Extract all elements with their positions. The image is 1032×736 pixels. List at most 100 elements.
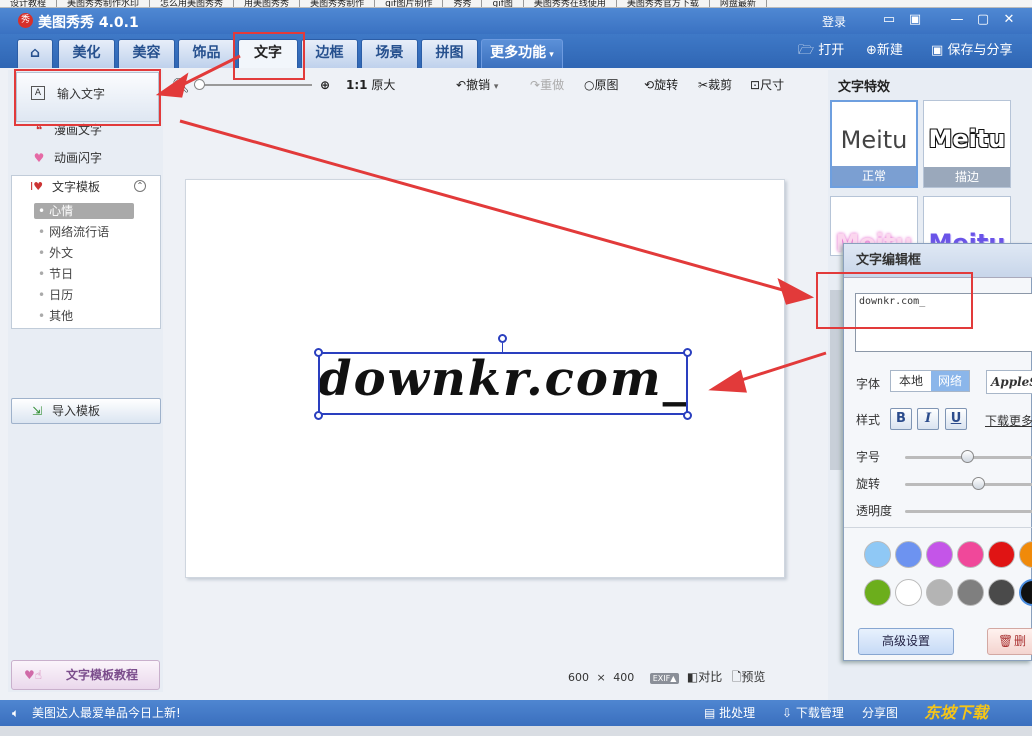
font-selector[interactable]: AppleS — [986, 370, 1032, 394]
color-swatch[interactable] — [988, 541, 1015, 568]
resize-handle-tl[interactable] — [314, 348, 323, 357]
template-item-calendar[interactable]: • 日历 — [38, 286, 73, 304]
browser-tab[interactable]: 网盘最新 — [710, 0, 767, 7]
home-tab[interactable]: ⌂ — [17, 39, 53, 68]
skin-icon[interactable]: ▣ — [906, 12, 924, 28]
color-swatch[interactable] — [926, 541, 953, 568]
template-item-mood[interactable]: • 心情 — [38, 202, 73, 220]
italic-button[interactable]: I — [917, 408, 939, 430]
animated-text-item[interactable]: ♥ 动画闪字 — [10, 146, 160, 170]
template-header[interactable]: I♥ 文字模板 ⌃ — [12, 176, 160, 198]
news-ticker[interactable]: 美图达人最爱单品今日上新! — [32, 700, 181, 726]
chevron-down-icon[interactable]: ▾ — [494, 82, 499, 92]
undo-button[interactable]: ↶撤销 ▾ — [456, 76, 498, 94]
redo-button[interactable]: ↷重做 — [530, 76, 564, 94]
text-selection-box[interactable] — [318, 352, 688, 415]
rotate-handle[interactable] — [498, 334, 507, 343]
original-image-button[interactable]: ○原图 — [584, 76, 619, 94]
delete-button[interactable]: 🗑 删 — [987, 628, 1032, 655]
maximize-icon[interactable]: ▢ — [974, 12, 992, 28]
browser-tab[interactable]: 美图秀秀官方下载 — [617, 0, 710, 7]
color-swatch[interactable] — [1019, 541, 1032, 568]
login-link[interactable]: 登录 — [822, 13, 846, 30]
font-local-tab[interactable]: 本地 — [891, 371, 931, 391]
effect-stroke[interactable]: Meitu 描边 — [923, 100, 1011, 188]
browser-tab[interactable]: 美图秀秀制作水印 — [57, 0, 151, 7]
font-web-tab[interactable]: 网络 — [931, 371, 969, 391]
batch-process-button[interactable]: ▤ 批处理 — [704, 700, 755, 726]
template-item-foreign[interactable]: • 外文 — [38, 244, 73, 262]
resize-handle-bl[interactable] — [314, 411, 323, 420]
divider — [844, 527, 1032, 528]
template-tutorial-button[interactable]: ♥☝ 文字模板教程 — [11, 660, 160, 690]
save-share-button[interactable]: ▣ 保存与分享 — [931, 41, 1012, 61]
underline-button[interactable]: U — [945, 408, 967, 430]
zoom-out-icon[interactable]: 🔍︎ — [172, 78, 190, 94]
style-label: 样式 — [856, 413, 881, 427]
actual-size-button[interactable]: 1:1 原大 — [346, 76, 395, 94]
browser-tab[interactable]: 秀秀 — [443, 0, 483, 7]
template-item-holiday[interactable]: • 节日 — [38, 265, 73, 283]
collapse-icon[interactable]: ⌃ — [134, 180, 146, 192]
browser-tab[interactable]: 美图秀秀在线使用 — [524, 0, 617, 7]
color-swatch[interactable] — [864, 579, 891, 606]
redo-icon: ↷ — [530, 78, 541, 92]
close-icon[interactable]: ✕ — [1000, 12, 1018, 28]
color-swatch[interactable] — [926, 579, 953, 606]
color-swatch[interactable] — [957, 579, 984, 606]
browser-tab[interactable]: gif图 — [482, 0, 524, 7]
plus-icon: ⊕ — [866, 43, 877, 58]
resize-button[interactable]: ⊡尺寸 — [750, 76, 784, 94]
browser-tab[interactable]: 用美图秀秀 — [234, 0, 301, 7]
font-size-slider[interactable] — [905, 450, 1032, 463]
browser-tab[interactable]: 怎么用美图秀秀 — [150, 0, 235, 7]
browser-tab[interactable]: 美图秀秀制作 — [300, 0, 376, 7]
import-template-button[interactable]: ⇲ 导入模板 — [11, 398, 161, 424]
font-size-knob[interactable] — [960, 450, 974, 463]
text-effects-title: 文字特效 — [838, 80, 891, 95]
color-swatch[interactable] — [895, 579, 922, 606]
tab-accessories[interactable]: 饰品 — [178, 39, 235, 68]
new-button[interactable]: ⊕新建 — [866, 41, 903, 61]
opacity-slider[interactable] — [905, 510, 1032, 513]
zoom-slider[interactable] — [194, 84, 312, 86]
tab-border[interactable]: 边框 — [301, 39, 358, 68]
zoom-in-icon[interactable]: ⊕ — [320, 76, 330, 94]
color-swatch[interactable] — [988, 579, 1015, 606]
template-item-other[interactable]: • 其他 — [38, 307, 73, 325]
tab-collage[interactable]: 拼图 — [421, 39, 478, 68]
tab-more-features[interactable]: 更多功能 ▾ — [481, 39, 563, 68]
opacity-label: 透明度 — [856, 504, 893, 518]
color-swatch[interactable] — [1019, 579, 1032, 606]
tab-scene[interactable]: 场景 — [361, 39, 418, 68]
crop-button[interactable]: ✂裁剪 — [698, 76, 732, 94]
canvas-footer: 600 × 400 EXIF▲ ◧对比 🗋预览 — [568, 670, 766, 684]
resize-handle-tr[interactable] — [683, 348, 692, 357]
chat-icon[interactable]: ▭ — [880, 12, 898, 28]
tab-beauty[interactable]: 美容 — [118, 39, 175, 68]
advanced-settings-button[interactable]: 高级设置 — [858, 628, 954, 655]
rotate-knob[interactable] — [971, 477, 985, 490]
zoom-slider-knob[interactable] — [194, 79, 205, 90]
exif-button[interactable]: EXIF▲ — [649, 673, 680, 684]
rotate-button[interactable]: ⟲旋转 — [644, 76, 678, 94]
color-swatch[interactable] — [864, 541, 891, 568]
download-manager-button[interactable]: ⇩ 下载管理 — [782, 700, 844, 726]
tab-beautify[interactable]: 美化 — [58, 39, 115, 68]
compare-button[interactable]: ◧对比 — [687, 670, 722, 684]
share-button[interactable]: 分享图 — [862, 700, 898, 726]
bold-button[interactable]: B — [890, 408, 912, 430]
effect-normal[interactable]: Meitu 正常 — [830, 100, 918, 188]
preview-button[interactable]: 🗋预览 — [732, 670, 766, 684]
color-swatch[interactable] — [895, 541, 922, 568]
browser-tab[interactable]: 设计教程 — [0, 0, 58, 7]
template-item-internet-slang[interactable]: • 网络流行语 — [38, 223, 109, 241]
rotate-slider[interactable] — [905, 477, 1032, 490]
color-swatch[interactable] — [957, 541, 984, 568]
resize-handle-br[interactable] — [683, 411, 692, 420]
open-button[interactable]: 🗁 打开 — [798, 41, 844, 61]
minimize-icon[interactable]: — — [948, 12, 966, 28]
browser-tab[interactable]: gif图片制作 — [375, 0, 444, 7]
download-more-fonts-link[interactable]: 下载更多 — [985, 412, 1032, 429]
color-palette — [864, 541, 1032, 611]
